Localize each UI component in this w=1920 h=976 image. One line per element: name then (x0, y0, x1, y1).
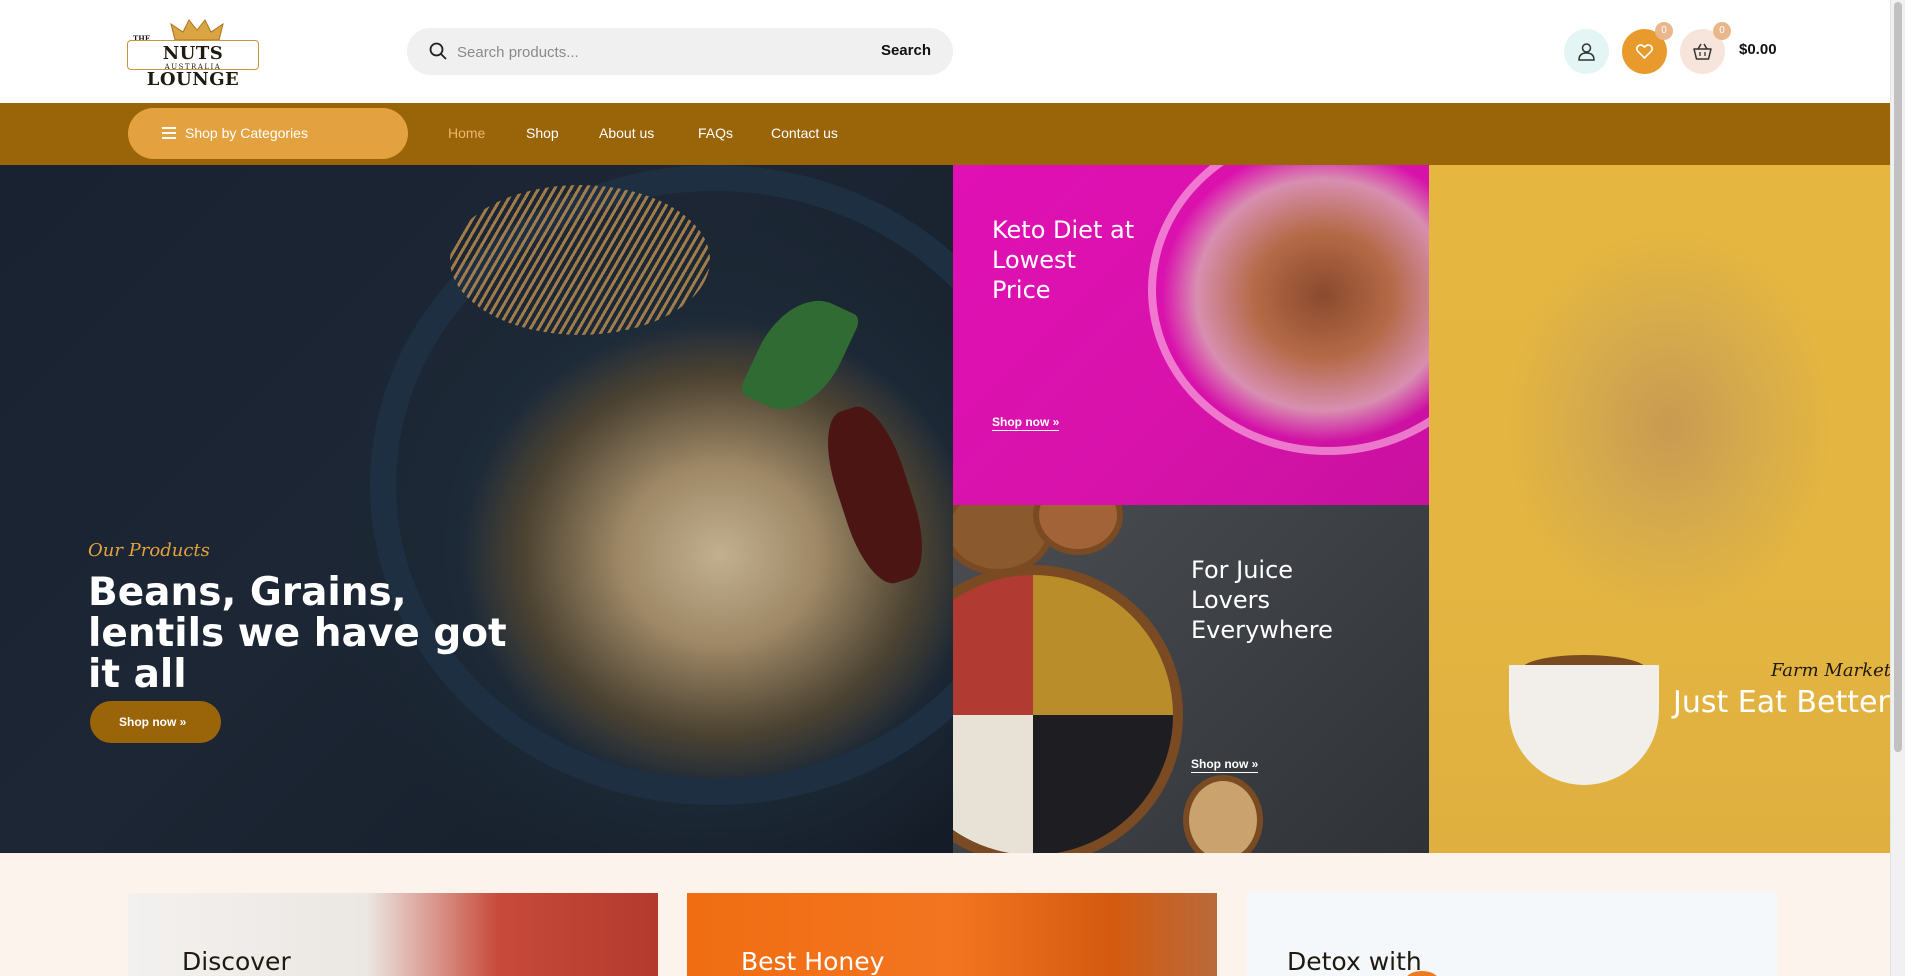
shop-by-categories-button[interactable]: Shop by Categories (128, 108, 408, 159)
promo-keto-title: Keto Diet at Lowest Price (992, 216, 1135, 304)
promo-farm-eyebrow: Farm Market (1771, 660, 1891, 681)
card-discover-title: Discover (182, 947, 291, 976)
crown-icon (170, 19, 224, 41)
hero-shop-now-label: Shop now » (119, 715, 187, 729)
page: THE NUTS LOUNGE AUSTRALIA Search 0 (0, 0, 1905, 976)
promo-keto-diet[interactable]: Keto Diet at Lowest Price Shop now » (953, 165, 1429, 505)
promo-farm-market[interactable]: Farm Market Just Eat Better (1429, 165, 1905, 853)
nav-link-contact-us[interactable]: Contact us (771, 125, 838, 141)
nav-link-about-us[interactable]: About us (599, 125, 654, 141)
promo-farm-title: Just Eat Better (1673, 685, 1890, 720)
cart-button[interactable]: 0 (1680, 22, 1731, 74)
search-icon (429, 42, 447, 60)
featured-cards-section: Discover Best Honey Detox with (0, 853, 1905, 976)
hero-eyebrow: Our Products (88, 540, 210, 561)
categories-label: Shop by Categories (185, 125, 308, 141)
search-input[interactable] (457, 40, 837, 64)
card-best-honey[interactable]: Best Honey (687, 893, 1217, 976)
mixed-nuts-bowl-image (953, 565, 1183, 853)
wishlist-button[interactable]: 0 (1622, 22, 1673, 74)
almond-bowl-image (1183, 775, 1263, 853)
main-navigation: Shop by Categories Home Shop About us FA… (0, 103, 1905, 165)
user-icon (1578, 43, 1595, 61)
nav-link-faqs[interactable]: FAQs (698, 125, 733, 141)
hero-shop-now-button[interactable]: Shop now » (90, 701, 221, 743)
card-discover[interactable]: Discover (128, 893, 658, 976)
heart-icon (1635, 44, 1654, 60)
promo-keto-shop-now-link[interactable]: Shop now » (992, 415, 1060, 431)
card-detox-title: Detox with (1287, 947, 1422, 976)
nav-link-shop[interactable]: Shop (526, 125, 559, 141)
dried-garnish-image (450, 185, 710, 335)
promo-juice-lovers[interactable]: For Juice Lovers Everywhere Shop now » (953, 505, 1429, 853)
card-detox[interactable]: Detox with (1247, 893, 1777, 976)
scrollbar-thumb[interactable] (1894, 2, 1902, 752)
promo-juice-title: For Juice Lovers Everywhere (1191, 556, 1333, 644)
page-scrollbar[interactable] (1890, 0, 1905, 976)
nav-link-home[interactable]: Home (448, 125, 485, 141)
basket-icon (1693, 43, 1712, 60)
hero-title: Beans, Grains, lentils we have got it al… (88, 570, 507, 697)
nuts-lounge-logo[interactable]: THE NUTS LOUNGE AUSTRALIA (127, 18, 259, 90)
cart-total[interactable]: $0.00 (1739, 41, 1777, 58)
wishlist-count-badge: 0 (1655, 22, 1673, 40)
promo-juice-shop-now-link[interactable]: Shop now » (1191, 757, 1259, 773)
search-button[interactable]: Search (881, 42, 931, 59)
glass-dish-image (1148, 165, 1429, 455)
cart-count-badge: 0 (1713, 22, 1731, 40)
account-button[interactable] (1564, 29, 1609, 74)
hamburger-menu-icon (162, 127, 176, 139)
search-bar: Search (407, 28, 953, 75)
card-best-honey-title: Best Honey (741, 947, 885, 976)
site-header: THE NUTS LOUNGE AUSTRALIA Search 0 (0, 0, 1905, 103)
white-cup-image (1509, 665, 1659, 785)
hero-banner: Our Products Beans, Grains, lentils we h… (0, 165, 953, 853)
logo-country: AUSTRALIA (164, 63, 222, 71)
